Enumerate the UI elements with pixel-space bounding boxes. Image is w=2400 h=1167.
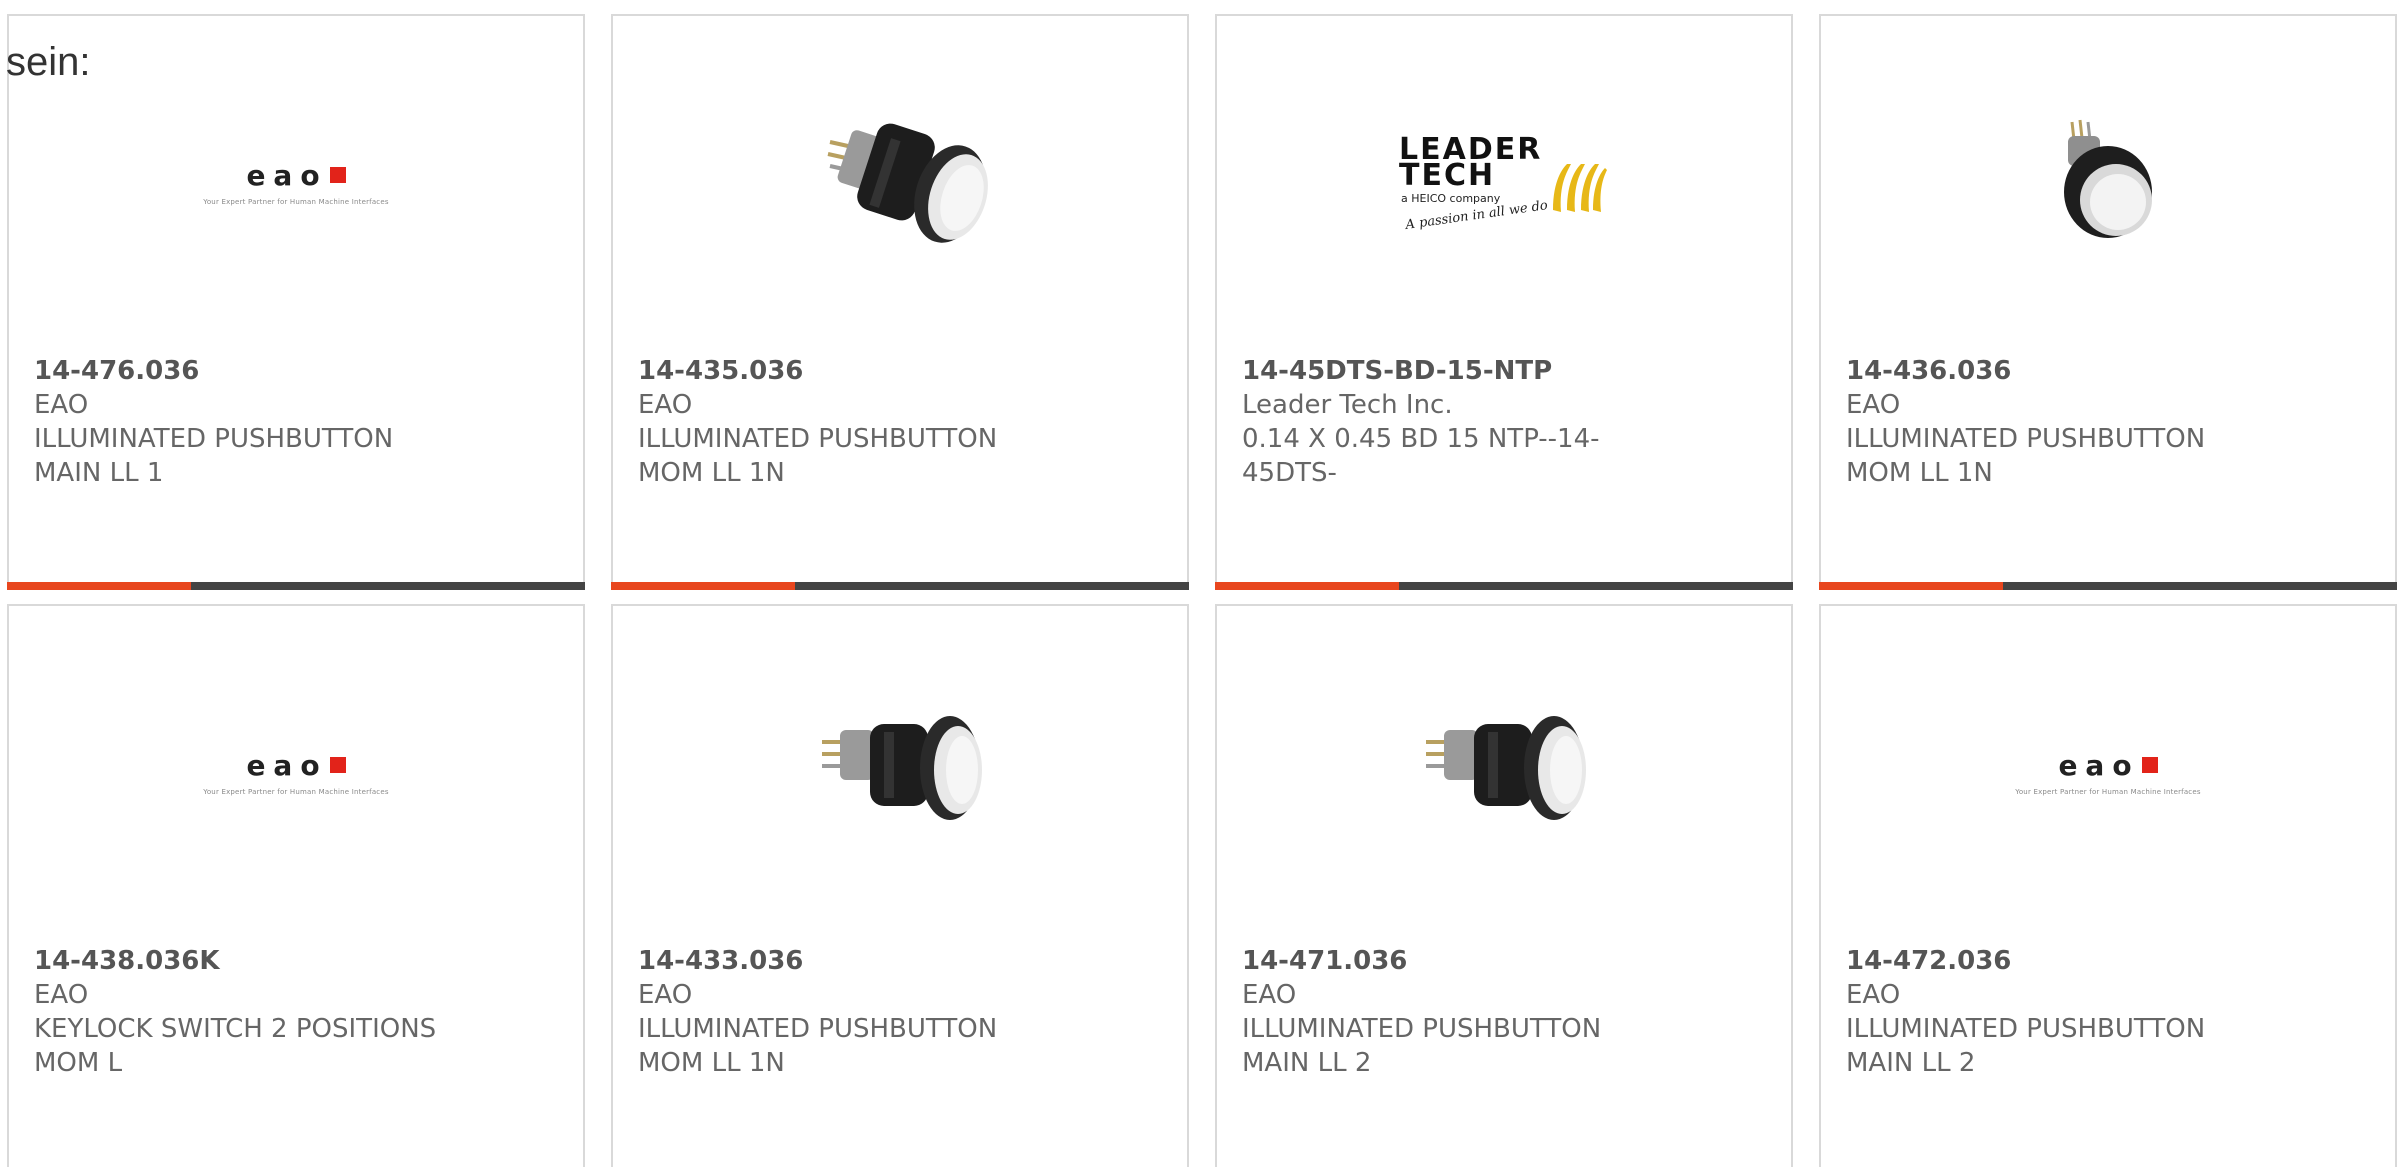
pushbutton-side-image [800, 672, 1000, 872]
product-info: 14-435.036 EAO ILLUMINATED PUSHBUTTON MO… [638, 354, 1058, 490]
product-info: 14-472.036 EAO ILLUMINATED PUSHBUTTON MA… [1846, 944, 2266, 1080]
eao-logo-word: eao [2058, 748, 2140, 782]
manufacturer: EAO [34, 980, 89, 1010]
eao-logo-tagline: Your Expert Partner for Human Machine In… [2015, 787, 2201, 796]
leader-tech-logo: LEADER TECH a HEICO company A passion in… [1399, 132, 1609, 233]
description-line: 45DTS- [1242, 458, 1337, 488]
product-info: 14-438.036K EAO KEYLOCK SWITCH 2 POSITIO… [34, 944, 454, 1080]
intro-text: sein: [6, 40, 91, 84]
manufacturer: EAO [638, 390, 693, 420]
product-info: 14-433.036 EAO ILLUMINATED PUSHBUTTON MO… [638, 944, 1058, 1080]
pushbutton-front-image [2008, 82, 2208, 282]
description-line: ILLUMINATED PUSHBUTTON [638, 424, 998, 454]
manufacturer: EAO [1846, 980, 1901, 1010]
description-line: ILLUMINATED PUSHBUTTON [638, 1014, 998, 1044]
eao-logo: eao Your Expert Partner for Human Machin… [203, 159, 388, 206]
eao-logo-word: eao [246, 158, 328, 192]
product-card[interactable]: eao Your Expert Partner for Human Machin… [7, 14, 585, 590]
part-number-link[interactable]: 14-438.036K [34, 944, 454, 978]
description-line: 0.14 X 0.45 BD 15 NTP--14- [1242, 424, 1600, 454]
leader-tech-logo-subtitle: a HEICO company [1401, 192, 1501, 205]
product-thumbnail[interactable]: eao Your Expert Partner for Human Machin… [9, 82, 583, 282]
part-number-link[interactable]: 14-433.036 [638, 944, 1058, 978]
pushbutton-side-image [1404, 672, 1604, 872]
product-thumbnail[interactable]: eao Your Expert Partner for Human Machin… [9, 672, 583, 872]
description-line: ILLUMINATED PUSHBUTTON [34, 424, 394, 454]
card-accent-bar [611, 582, 1189, 590]
description-line: MAIN LL 2 [1242, 1048, 1372, 1078]
product-card[interactable]: eao Your Expert Partner for Human Machin… [7, 604, 585, 1167]
description-line: MAIN LL 1 [34, 458, 164, 488]
product-thumbnail[interactable]: LEADER TECH a HEICO company A passion in… [1217, 82, 1791, 282]
part-number-link[interactable]: 14-471.036 [1242, 944, 1662, 978]
product-thumbnail[interactable] [1821, 82, 2395, 282]
eao-logo-tagline: Your Expert Partner for Human Machine In… [203, 787, 389, 796]
part-number-link[interactable]: 14-45DTS-BD-15-NTP [1242, 354, 1662, 388]
description-line: MOM LL 1N [1846, 458, 1993, 488]
part-number-link[interactable]: 14-476.036 [34, 354, 454, 388]
description-line: MAIN LL 2 [1846, 1048, 1976, 1078]
description-line: MOM L [34, 1048, 123, 1078]
eao-logo: eao Your Expert Partner for Human Machin… [203, 749, 388, 796]
manufacturer: EAO [1242, 980, 1297, 1010]
product-thumbnail[interactable] [613, 82, 1187, 282]
description-line: ILLUMINATED PUSHBUTTON [1242, 1014, 1602, 1044]
product-card[interactable]: eao Your Expert Partner for Human Machin… [1819, 604, 2397, 1167]
manufacturer: Leader Tech Inc. [1242, 390, 1453, 420]
description-line: ILLUMINATED PUSHBUTTON [1846, 1014, 2206, 1044]
description-line: KEYLOCK SWITCH 2 POSITIONS [34, 1014, 437, 1044]
pushbutton-side-image [800, 82, 1000, 282]
leader-tech-stripes-icon [1553, 164, 1607, 212]
part-number-link[interactable]: 14-435.036 [638, 354, 1058, 388]
product-card[interactable]: 14-436.036 EAO ILLUMINATED PUSHBUTTON MO… [1819, 14, 2397, 590]
product-card[interactable]: 14-471.036 EAO ILLUMINATED PUSHBUTTON MA… [1215, 604, 1793, 1167]
product-info: 14-471.036 EAO ILLUMINATED PUSHBUTTON MA… [1242, 944, 1662, 1080]
product-info: 14-476.036 EAO ILLUMINATED PUSHBUTTON MA… [34, 354, 454, 490]
product-card[interactable]: 14-435.036 EAO ILLUMINATED PUSHBUTTON MO… [611, 14, 1189, 590]
product-card[interactable]: LEADER TECH a HEICO company A passion in… [1215, 14, 1793, 590]
part-number-link[interactable]: 14-472.036 [1846, 944, 2266, 978]
product-info: 14-436.036 EAO ILLUMINATED PUSHBUTTON MO… [1846, 354, 2266, 490]
description-line: MOM LL 1N [638, 1048, 785, 1078]
product-thumbnail[interactable]: eao Your Expert Partner for Human Machin… [1821, 672, 2395, 872]
eao-logo-tagline: Your Expert Partner for Human Machine In… [203, 197, 389, 206]
product-thumbnail[interactable] [1217, 672, 1791, 872]
product-card[interactable]: 14-433.036 EAO ILLUMINATED PUSHBUTTON MO… [611, 604, 1189, 1167]
description-line: ILLUMINATED PUSHBUTTON [1846, 424, 2206, 454]
description-line: MOM LL 1N [638, 458, 785, 488]
eao-logo: eao Your Expert Partner for Human Machin… [2015, 749, 2200, 796]
card-accent-bar [1819, 582, 2397, 590]
card-accent-bar [1215, 582, 1793, 590]
product-info: 14-45DTS-BD-15-NTP Leader Tech Inc. 0.14… [1242, 354, 1662, 490]
product-thumbnail[interactable] [613, 672, 1187, 872]
product-grid-page: sein: eao Your Expert Partner for Human … [0, 0, 2400, 1167]
manufacturer: EAO [34, 390, 89, 420]
part-number-link[interactable]: 14-436.036 [1846, 354, 2266, 388]
card-accent-bar [7, 582, 585, 590]
leader-tech-logo-line2: TECH [1399, 158, 1496, 193]
eao-logo-word: eao [246, 748, 328, 782]
manufacturer: EAO [638, 980, 693, 1010]
manufacturer: EAO [1846, 390, 1901, 420]
